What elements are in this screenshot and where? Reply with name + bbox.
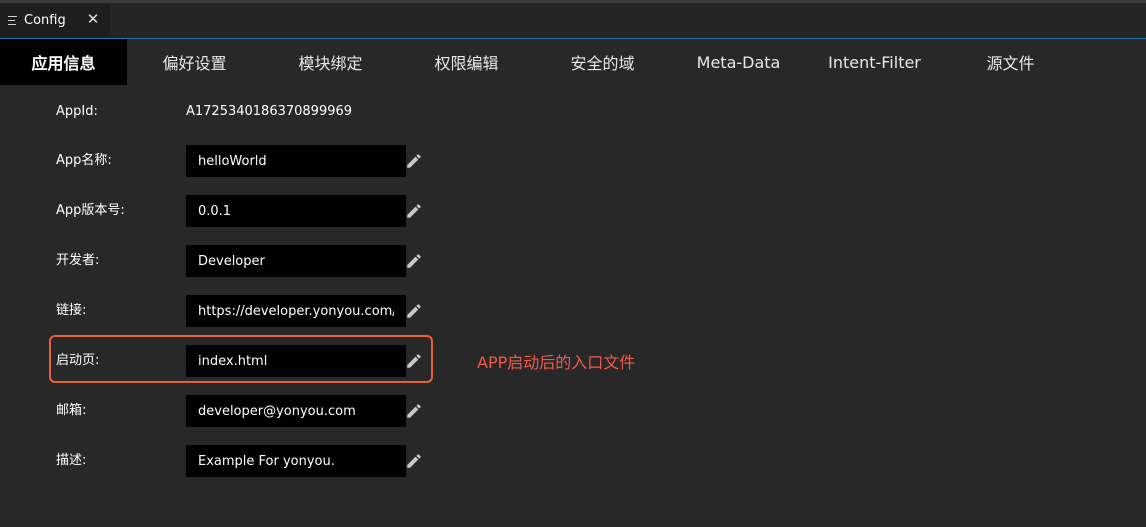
email-input[interactable] [186, 395, 406, 427]
tab-secure-domains[interactable]: 安全的域 [539, 39, 666, 85]
form-row-developer: 开发者: [0, 245, 700, 277]
config-nav-bar: 应用信息 偏好设置 模块绑定 权限编辑 安全的域 Meta-Data Inten… [0, 39, 1146, 85]
tab-intent-filter[interactable]: Intent-Filter [811, 39, 938, 85]
email-label: 邮箱: [56, 403, 87, 418]
launch-page-annotation: APP启动后的入口文件 [477, 353, 636, 372]
pencil-icon[interactable] [405, 152, 423, 170]
description-label: 描述: [56, 453, 87, 468]
app-name-label: App名称: [56, 153, 112, 168]
config-editor-window: Config ✕ 应用信息 偏好设置 模块绑定 权限编辑 安全的域 Meta-D… [0, 0, 1146, 527]
pencil-icon[interactable] [405, 202, 423, 220]
pencil-icon[interactable] [405, 402, 423, 420]
menu-lines-icon [8, 15, 18, 27]
link-label: 链接: [56, 303, 87, 318]
form-row-description: 描述: [0, 445, 700, 477]
form-row-app-name: App名称: [0, 145, 700, 177]
tab-source-file[interactable]: 源文件 [947, 39, 1074, 85]
description-input[interactable] [186, 445, 406, 477]
tab-app-info[interactable]: 应用信息 [0, 39, 127, 85]
close-icon[interactable]: ✕ [85, 11, 101, 27]
launch-page-highlight-box [49, 335, 433, 383]
link-input[interactable] [186, 295, 406, 327]
developer-label: 开发者: [56, 253, 100, 268]
pencil-icon[interactable] [405, 452, 423, 470]
editor-tab-config[interactable]: Config ✕ [0, 3, 110, 38]
developer-input[interactable] [186, 245, 406, 277]
form-row-email: 邮箱: [0, 395, 700, 427]
pencil-icon[interactable] [405, 302, 423, 320]
appid-label: AppId: [56, 104, 98, 119]
editor-tab-bar: Config ✕ [0, 3, 1146, 39]
app-version-input[interactable] [186, 195, 406, 227]
tab-permissions[interactable]: 权限编辑 [403, 39, 530, 85]
tab-meta-data[interactable]: Meta-Data [675, 39, 802, 85]
pencil-icon[interactable] [405, 252, 423, 270]
form-row-link: 链接: [0, 295, 700, 327]
editor-tab-title: Config [24, 13, 66, 28]
tab-module-binding[interactable]: 模块绑定 [267, 39, 394, 85]
appid-value: A1725340186370899969 [186, 104, 353, 119]
form-row-appid: AppId: A1725340186370899969 [0, 96, 700, 128]
app-version-label: App版本号: [56, 203, 125, 218]
app-name-input[interactable] [186, 145, 406, 177]
form-row-app-version: App版本号: [0, 195, 700, 227]
tab-preferences[interactable]: 偏好设置 [131, 39, 258, 85]
